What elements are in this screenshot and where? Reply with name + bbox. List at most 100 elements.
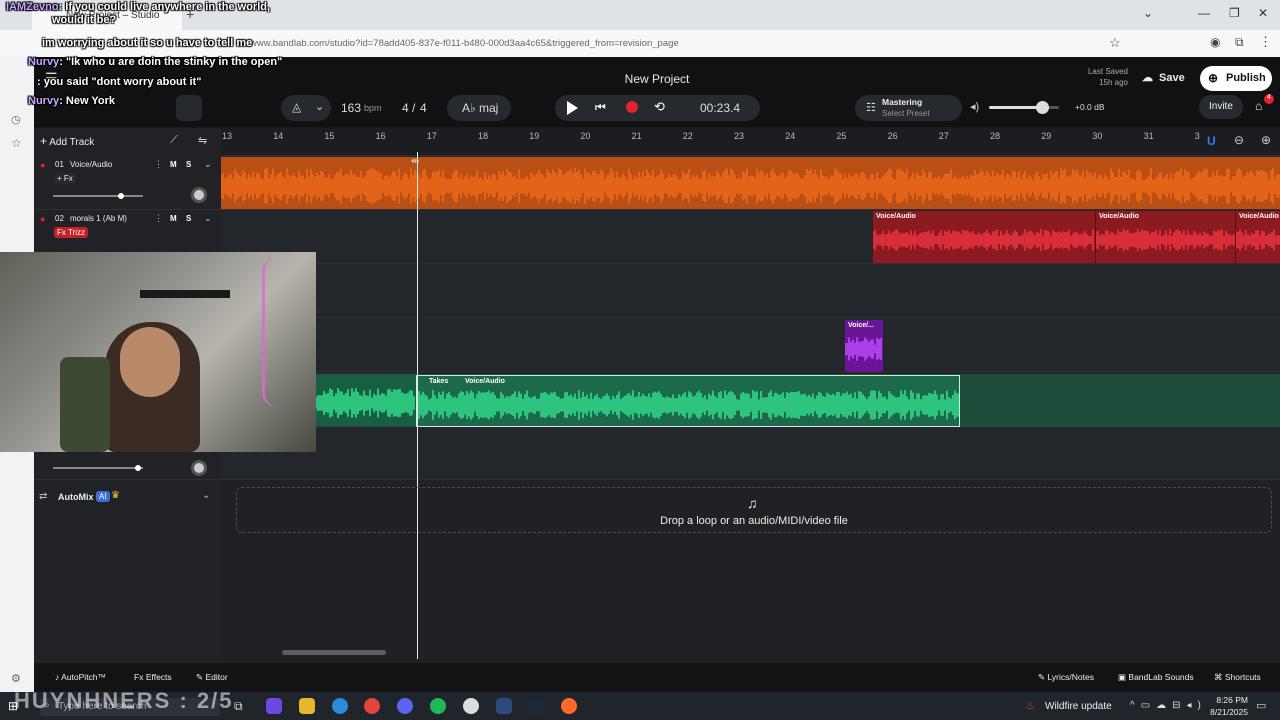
firefox-icon[interactable] — [561, 698, 577, 714]
history-icon[interactable]: ◷ — [11, 113, 21, 126]
audio-clip-orange[interactable] — [221, 157, 1280, 209]
maximize-button[interactable]: ❐ — [1229, 6, 1240, 20]
audio-clip-red-3[interactable]: Voice/Audio — [1235, 211, 1280, 263]
clock-date[interactable]: 8/21/2025 — [1198, 707, 1248, 717]
shortcuts-label: Shortcuts — [1224, 672, 1261, 682]
app-icon[interactable] — [496, 698, 512, 714]
audio-clip-red-2[interactable]: Voice/Audio — [1095, 211, 1235, 263]
lane-6[interactable] — [221, 426, 1280, 480]
copilot-icon[interactable] — [266, 698, 282, 714]
effects-button[interactable]: Fx Effects — [134, 672, 172, 682]
chrome-icon[interactable] — [364, 698, 380, 714]
edge-icon[interactable] — [332, 698, 348, 714]
bookmark-star-icon[interactable]: ☆ — [1109, 35, 1121, 51]
minimize-button[interactable]: — — [1198, 6, 1210, 20]
solo-button[interactable]: S — [186, 214, 191, 223]
zoom-in-icon[interactable]: ⊕ — [1261, 133, 1271, 147]
steam-icon[interactable] — [528, 698, 544, 714]
wand-icon[interactable]: ⟋ — [170, 134, 178, 147]
close-window-button[interactable]: ✕ — [1258, 6, 1268, 20]
time-sig-denominator[interactable]: 4 — [420, 101, 427, 115]
weather-text[interactable]: Wildfire update — [1045, 701, 1112, 712]
audio-clip-green-pre[interactable] — [316, 374, 416, 426]
mute-button[interactable]: M — [170, 214, 177, 223]
bandlab-sounds-button[interactable]: ▣ BandLab Sounds — [1118, 672, 1194, 683]
pen-icon: ✎ — [1038, 672, 1046, 682]
volume-knob[interactable] — [118, 193, 124, 199]
playhead[interactable] — [417, 152, 418, 659]
audio-clip-red-1[interactable]: Voice/Audio — [873, 211, 1095, 263]
time-sig-slash: / — [412, 101, 416, 115]
shortcuts-button[interactable]: ⌘ Shortcuts — [1214, 672, 1261, 683]
zoom-out-icon[interactable]: ⊖ — [1234, 133, 1244, 147]
browser-menu-icon[interactable]: ⋮ — [1259, 34, 1272, 50]
track-header-1[interactable]: ● 01 Voice/Audio ⋮ M S ⌄ + Fx — [34, 156, 221, 210]
lyrics-notes-button[interactable]: ✎ Lyrics/Notes — [1038, 672, 1094, 683]
file-explorer-icon[interactable] — [299, 698, 315, 714]
extensions-icon[interactable]: ⧉ — [1235, 35, 1244, 50]
play-icon[interactable] — [567, 101, 578, 115]
profile-icon[interactable]: ◉ — [1210, 35, 1220, 49]
snap-magnet-icon[interactable]: U — [1207, 134, 1216, 148]
obs-icon[interactable] — [463, 698, 479, 714]
ruler-bar-number: 18 — [478, 131, 489, 141]
track-name[interactable]: morals 1 (Ab M) — [70, 214, 127, 223]
editor-button[interactable]: ✎ Editor — [196, 672, 228, 683]
chevron-down-icon[interactable]: ⌄ — [202, 490, 210, 501]
favorites-icon[interactable]: ☆ — [11, 136, 22, 150]
track-name[interactable]: Voice/Audio — [70, 160, 112, 169]
horizontal-scrollbar[interactable] — [282, 650, 386, 655]
automix-row[interactable]: ⇄ AutoMix AI ♛ ⌄ — [34, 485, 221, 511]
tune-icon[interactable]: ⇋ — [198, 134, 207, 147]
spotify-icon[interactable] — [430, 698, 446, 714]
music-note-icon: ♫ — [747, 495, 758, 511]
system-tray-icons[interactable]: ^▭☁⊟◂) — [1130, 700, 1207, 711]
gift-icon[interactable]: ⌂ — [1255, 99, 1262, 113]
notifications-icon[interactable]: ▭ — [1256, 699, 1266, 712]
track-options-icon[interactable]: ⋮ — [154, 213, 163, 224]
pan-knob[interactable] — [191, 460, 207, 476]
audio-clip-green-takes[interactable]: Takes Voice/Audio — [416, 375, 960, 427]
speaker-icon[interactable]: ◂) — [970, 100, 979, 113]
expand-track-icon[interactable]: ⌄ — [204, 213, 212, 224]
tracks-panel-icon[interactable] — [176, 95, 202, 121]
time-sig-numerator[interactable]: 4 — [402, 101, 409, 115]
track-options-icon[interactable]: ⋮ — [154, 159, 163, 170]
add-track-button[interactable]: + Add Track — [40, 134, 115, 154]
pan-knob[interactable] — [191, 187, 207, 203]
discord-icon[interactable] — [397, 698, 413, 714]
url-field[interactable]: www.bandlab.com/studio?id=78add405-837e-… — [250, 38, 679, 49]
track-volume-slider[interactable] — [53, 465, 143, 471]
solo-button[interactable]: S — [186, 160, 191, 169]
editor-label: Editor — [205, 672, 228, 682]
tab-list-icon[interactable]: ⌄ — [1143, 6, 1153, 20]
track-volume-slider[interactable] — [53, 193, 143, 199]
volume-knob[interactable] — [135, 465, 141, 471]
time-display: 00:23.4 — [700, 101, 741, 115]
chat-user: Nurvy — [28, 56, 60, 68]
clip-label: Voice/... — [848, 322, 874, 329]
loop-icon[interactable]: ⟲ — [654, 99, 665, 115]
autopitch-button[interactable]: ♪ AutoPitch™ — [55, 672, 106, 682]
audio-clip-purple[interactable]: Voice/... — [845, 320, 883, 372]
neon-light — [262, 257, 292, 407]
lane-3[interactable] — [221, 264, 1280, 318]
tempo-value[interactable]: 163 — [341, 101, 361, 115]
task-view-icon[interactable]: ⧉ — [234, 699, 243, 714]
clock-time[interactable]: 8:26 PM — [1208, 695, 1248, 705]
skip-back-icon[interactable]: ⏮ — [595, 100, 606, 115]
save-button[interactable]: ☁ Save — [1135, 66, 1195, 91]
record-icon[interactable] — [626, 101, 638, 113]
master-volume-slider[interactable] — [989, 101, 1059, 114]
fx-chip[interactable]: Fx Trizz — [54, 227, 88, 238]
ruler-bar-number: 3 — [1194, 131, 1200, 141]
mute-button[interactable]: M — [170, 160, 177, 169]
chat-text: : "Ik who u are doin the stinky in the o… — [59, 56, 283, 68]
lane-4[interactable] — [221, 318, 1280, 372]
add-fx-button[interactable]: + Fx — [54, 173, 76, 184]
expand-track-icon[interactable]: ⌄ — [204, 159, 212, 170]
sidebar-settings-icon[interactable]: ⚙ — [11, 672, 21, 685]
invite-button[interactable]: Invite — [1199, 95, 1243, 119]
publish-button[interactable]: ⊕ Publish — [1200, 66, 1272, 91]
mic-icon: ● — [40, 160, 46, 170]
